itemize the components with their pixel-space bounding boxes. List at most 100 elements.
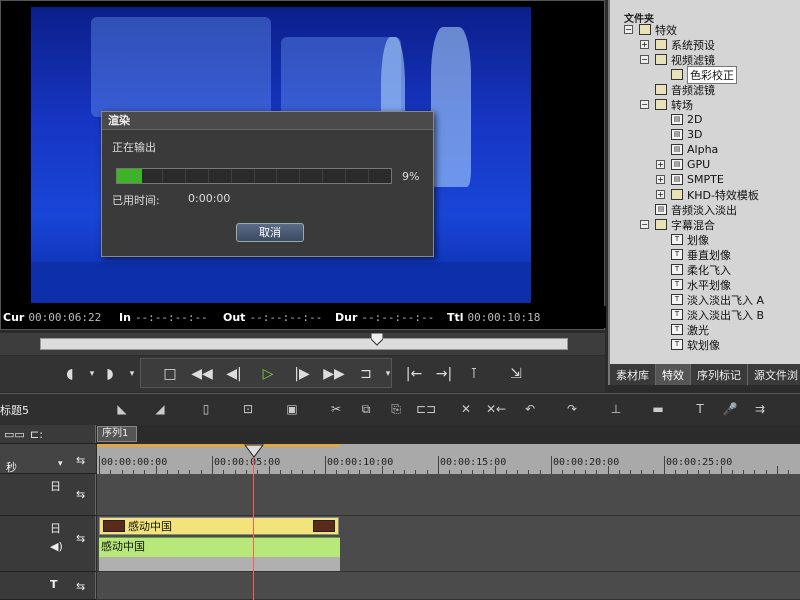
video-clip[interactable]: 感动中国: [99, 517, 339, 535]
tree-item[interactable]: ▤ 音频淡入淡出: [640, 202, 737, 217]
track-row[interactable]: [97, 572, 800, 600]
track-lock-icon[interactable]: 日: [50, 520, 61, 536]
tree-item[interactable]: T 淡入淡出飞入 A: [656, 292, 764, 307]
expand-icon[interactable]: +: [656, 160, 665, 169]
import-icon[interactable]: ⊡: [238, 400, 258, 418]
tree-item[interactable]: − 转场: [640, 97, 693, 112]
cut-icon[interactable]: ✂: [326, 400, 346, 418]
collapse-icon[interactable]: −: [640, 220, 649, 229]
track-sync-icon[interactable]: ⇆: [76, 532, 85, 545]
scrub-head-icon[interactable]: [371, 333, 383, 347]
marker-icon[interactable]: ⊥: [606, 400, 626, 418]
microphone-icon[interactable]: 🎤: [720, 400, 740, 418]
collapse-icon[interactable]: −: [640, 55, 649, 64]
new-file-icon[interactable]: ▯: [196, 400, 216, 418]
cancel-button[interactable]: 取消: [236, 223, 304, 242]
tree-item[interactable]: 色彩校正: [656, 65, 737, 84]
capture-icon[interactable]: ⇉: [750, 400, 770, 418]
tree-item[interactable]: + 系统预设: [640, 37, 715, 52]
delete-icon[interactable]: ✕: [456, 400, 476, 418]
fast-forward-icon[interactable]: ▶▶: [322, 364, 346, 384]
tree-item[interactable]: 音频滤镜: [640, 82, 715, 97]
paste-icon[interactable]: ⎘: [386, 400, 406, 418]
title-effect-icon: T: [671, 339, 683, 350]
redo-icon[interactable]: ↷: [562, 400, 582, 418]
title-icon[interactable]: T: [690, 400, 710, 418]
unit-dropdown-icon[interactable]: ▾: [58, 459, 63, 469]
tree-item[interactable]: T 划像: [656, 232, 709, 247]
split-icon[interactable]: ⊺: [462, 364, 486, 384]
set-out-icon[interactable]: ◢: [150, 400, 170, 418]
tree-item[interactable]: − 字幕混合: [640, 217, 715, 232]
ripple-delete-icon[interactable]: ✕←: [486, 400, 506, 418]
collapse-icon[interactable]: −: [624, 25, 633, 34]
play-icon[interactable]: ▷: [256, 364, 280, 384]
scrub-track[interactable]: [40, 338, 568, 350]
tree-item[interactable]: + ▤ GPU: [656, 157, 710, 172]
tracks-icon[interactable]: ▭▭: [4, 428, 25, 441]
step-back-icon[interactable]: ◀|: [222, 364, 246, 384]
effect-icon: ▤: [655, 204, 667, 215]
tab-bin[interactable]: 素材库: [610, 364, 656, 385]
tree-item[interactable]: T 淡入淡出飞入 B: [656, 307, 764, 322]
audio-clip[interactable]: 感动中国: [99, 537, 340, 557]
tree-item[interactable]: T 激光: [656, 322, 709, 337]
track-header-ruler: 秒 ▾ ⇆: [0, 444, 96, 474]
tab-sequence-markers[interactable]: 序列标记: [691, 364, 748, 385]
copy-icon[interactable]: ⧉: [356, 400, 376, 418]
mark-out-icon[interactable]: ◗: [98, 364, 122, 384]
dropdown-arrow-icon[interactable]: ▾: [376, 364, 400, 384]
track-sync-icon[interactable]: ⇆: [76, 580, 85, 593]
sequence-tab[interactable]: 序列1: [97, 426, 137, 442]
mark-in-icon[interactable]: ◖: [58, 364, 82, 384]
set-in-icon[interactable]: ◣: [112, 400, 132, 418]
undo-icon[interactable]: ↶: [520, 400, 540, 418]
tree-item[interactable]: − 特效: [624, 22, 677, 37]
fill-icon[interactable]: ▬: [648, 400, 668, 418]
tree-item[interactable]: ▤ Alpha: [656, 142, 718, 157]
expand-icon[interactable]: +: [656, 190, 665, 199]
track-sync-icon[interactable]: ⇆: [76, 488, 85, 501]
export-icon[interactable]: ⇲: [504, 364, 528, 384]
ruler-minor-tick: [325, 466, 326, 474]
timeline-ruler[interactable]: 00:00:00:00 00:00:05:00 00:00:10:00 00:00:1…: [97, 444, 800, 474]
tree-item[interactable]: ▤ 3D: [656, 127, 702, 142]
collapse-icon[interactable]: −: [640, 100, 649, 109]
expand-icon[interactable]: +: [640, 40, 649, 49]
expand-icon[interactable]: +: [656, 175, 665, 184]
tree-item[interactable]: T 垂直划像: [656, 247, 731, 262]
dropdown-arrow-icon[interactable]: ▾: [120, 364, 144, 384]
tree-item[interactable]: + ▤ SMPTE: [656, 172, 724, 187]
snap-icon[interactable]: ⊏:: [30, 428, 43, 441]
ruler-label: 00:00:20:00: [553, 457, 620, 468]
playhead-line: [253, 446, 254, 600]
save-icon[interactable]: ▣: [282, 400, 302, 418]
clip-thumbnail: [313, 520, 335, 532]
stop-icon[interactable]: □: [158, 364, 182, 384]
loop-icon[interactable]: ⊐: [354, 364, 378, 384]
tree-item[interactable]: + KHD-特效模板: [656, 187, 759, 202]
group-icon[interactable]: ⊏⊐: [416, 400, 436, 418]
tree-item[interactable]: ▤ 2D: [656, 112, 702, 127]
tree-item[interactable]: T 柔化飞入: [656, 262, 731, 277]
ruler-minor-tick: [268, 466, 270, 474]
step-forward-icon[interactable]: |▶: [290, 364, 314, 384]
tree-item-label: 2D: [687, 113, 703, 126]
tab-effects[interactable]: 特效: [656, 364, 691, 385]
tree-item[interactable]: T 水平划像: [656, 277, 731, 292]
speaker-icon[interactable]: ◀): [50, 540, 63, 553]
tab-source-browser[interactable]: 源文件浏: [748, 364, 800, 385]
playhead-icon[interactable]: [244, 444, 264, 458]
effect-icon: ▤: [671, 129, 683, 140]
expand-icon[interactable]: ⇆: [76, 454, 85, 467]
tree-item-label: 音频淡入淡出: [671, 203, 737, 217]
tree-item[interactable]: T 软划像: [656, 337, 720, 352]
goto-out-icon[interactable]: →|: [432, 364, 456, 384]
goto-in-icon[interactable]: |←: [402, 364, 426, 384]
tree-item-label: 系统预设: [671, 38, 715, 52]
progress-fill: [117, 169, 142, 183]
track-lock-icon[interactable]: 日: [50, 478, 61, 494]
track-row[interactable]: [97, 474, 800, 516]
rewind-icon[interactable]: ◀◀: [190, 364, 214, 384]
ruler-minor-tick: [494, 466, 496, 474]
